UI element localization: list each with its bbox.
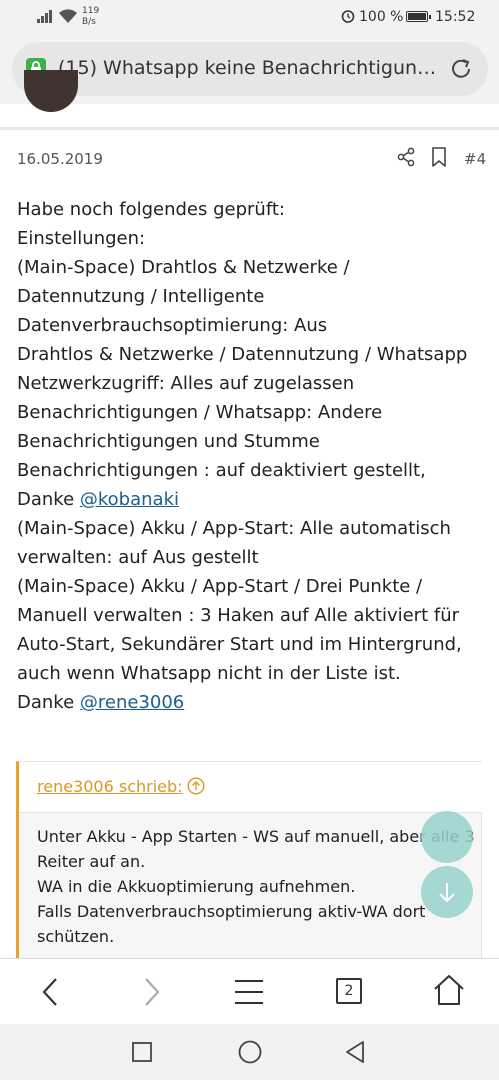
avatar: [24, 70, 78, 112]
wifi-icon: [59, 9, 77, 23]
post-line: (Main-Space) Akku / App-Start: Alle auto…: [17, 518, 451, 539]
system-navigation-bar: [0, 1024, 499, 1080]
post-date: 16.05.2019: [17, 150, 103, 168]
quote-line: WA in die Akkuoptimierung aufnehmen.: [37, 877, 356, 896]
post-line: auch wenn Whatsapp nicht in der Liste is…: [17, 663, 401, 684]
home-icon[interactable]: [432, 973, 466, 1007]
system-back-icon[interactable]: [343, 1040, 367, 1064]
post-line: Einstellungen:: [17, 228, 146, 249]
reload-icon[interactable]: [448, 56, 474, 82]
alarm-icon: [341, 10, 355, 23]
clock: 15:52: [435, 9, 476, 25]
status-bar: 119 B/s 100 % 15:52: [0, 0, 499, 36]
forward-icon[interactable]: [136, 975, 166, 1009]
thanks-text: Danke: [17, 489, 80, 510]
post-line: verwalten: auf Aus gestellt: [17, 547, 259, 568]
post-line: Datenverbrauchsoptimierung: Aus: [17, 315, 328, 336]
post-line: Netzwerkzugriff: Alles auf zugelassen: [17, 373, 355, 394]
address-bar[interactable]: (15) Whatsapp keine Benachrichtigungen: [12, 42, 488, 96]
share-icon[interactable]: [396, 147, 416, 167]
post-line: Benachrichtigungen : auf deaktiviert ges…: [17, 460, 426, 481]
quote-header: rene3006 schrieb:: [19, 762, 482, 813]
post-line: (Main-Space) Drahtlos & Netzwerke /: [17, 257, 350, 278]
post-line: Manuell verwalten : 3 Haken auf Alle akt…: [17, 605, 460, 626]
post-line: Datennutzung / Intelligente: [17, 286, 265, 307]
arrow-down-icon: [439, 883, 455, 903]
battery-percentage: 100 %: [359, 9, 404, 25]
home-circle-icon[interactable]: [238, 1040, 262, 1064]
tabs-button[interactable]: 2: [336, 978, 362, 1004]
browser-bottom-bar: 2: [0, 958, 499, 1025]
quote-body: Unter Akku - App Starten - WS auf manuel…: [37, 824, 477, 949]
quote-line: Unter Akku - App Starten - WS auf manuel…: [37, 827, 475, 846]
post-line: Drahtlos & Netzwerke / Datennutzung / Wh…: [17, 344, 468, 365]
post-body: Habe noch folgendes geprüft: Einstellung…: [17, 195, 487, 717]
menu-icon[interactable]: [233, 977, 265, 1007]
quote-author-link[interactable]: rene3006 schrieb:: [37, 777, 183, 796]
post-line: Habe noch folgendes geprüft:: [17, 199, 285, 220]
mention-link-kobanaki[interactable]: @kobanaki: [80, 489, 179, 510]
arrow-up-circle-icon[interactable]: [187, 777, 205, 795]
quote-line: schützen.: [37, 927, 115, 946]
post-line: Benachrichtigungen / Whatsapp: Andere: [17, 402, 383, 423]
back-icon[interactable]: [36, 975, 66, 1009]
battery-icon: [406, 11, 431, 22]
post-line: Danke @kobanaki: [17, 485, 487, 514]
quote-line: Reiter auf an.: [37, 852, 146, 871]
quote-line: Falls Datenverbrauchsoptimierung aktiv-W…: [37, 902, 426, 921]
thanks-text: Danke: [17, 692, 80, 713]
scroll-fab-button[interactable]: [421, 811, 473, 863]
quote-block: rene3006 schrieb: Unter Akku - App Start…: [16, 761, 482, 961]
scroll-down-button[interactable]: [421, 866, 473, 918]
signal-icon: [37, 9, 53, 23]
post-line: Auto-Start, Sekundärer Start und im Hint…: [17, 634, 462, 655]
recent-apps-icon[interactable]: [132, 1042, 152, 1062]
bookmark-icon[interactable]: [430, 147, 448, 167]
network-speed: 119 B/s: [82, 6, 100, 27]
post-line: Danke @rene3006: [17, 688, 487, 717]
post-line: (Main-Space) Akku / App-Start / Drei Pun…: [17, 576, 423, 597]
post-line: Benachrichtigungen und Stumme: [17, 431, 320, 452]
mention-link-rene3006[interactable]: @rene3006: [80, 692, 184, 713]
page-title[interactable]: (15) Whatsapp keine Benachrichtigungen: [58, 57, 442, 79]
post-number[interactable]: #4: [464, 150, 486, 168]
post-divider: [0, 127, 499, 130]
